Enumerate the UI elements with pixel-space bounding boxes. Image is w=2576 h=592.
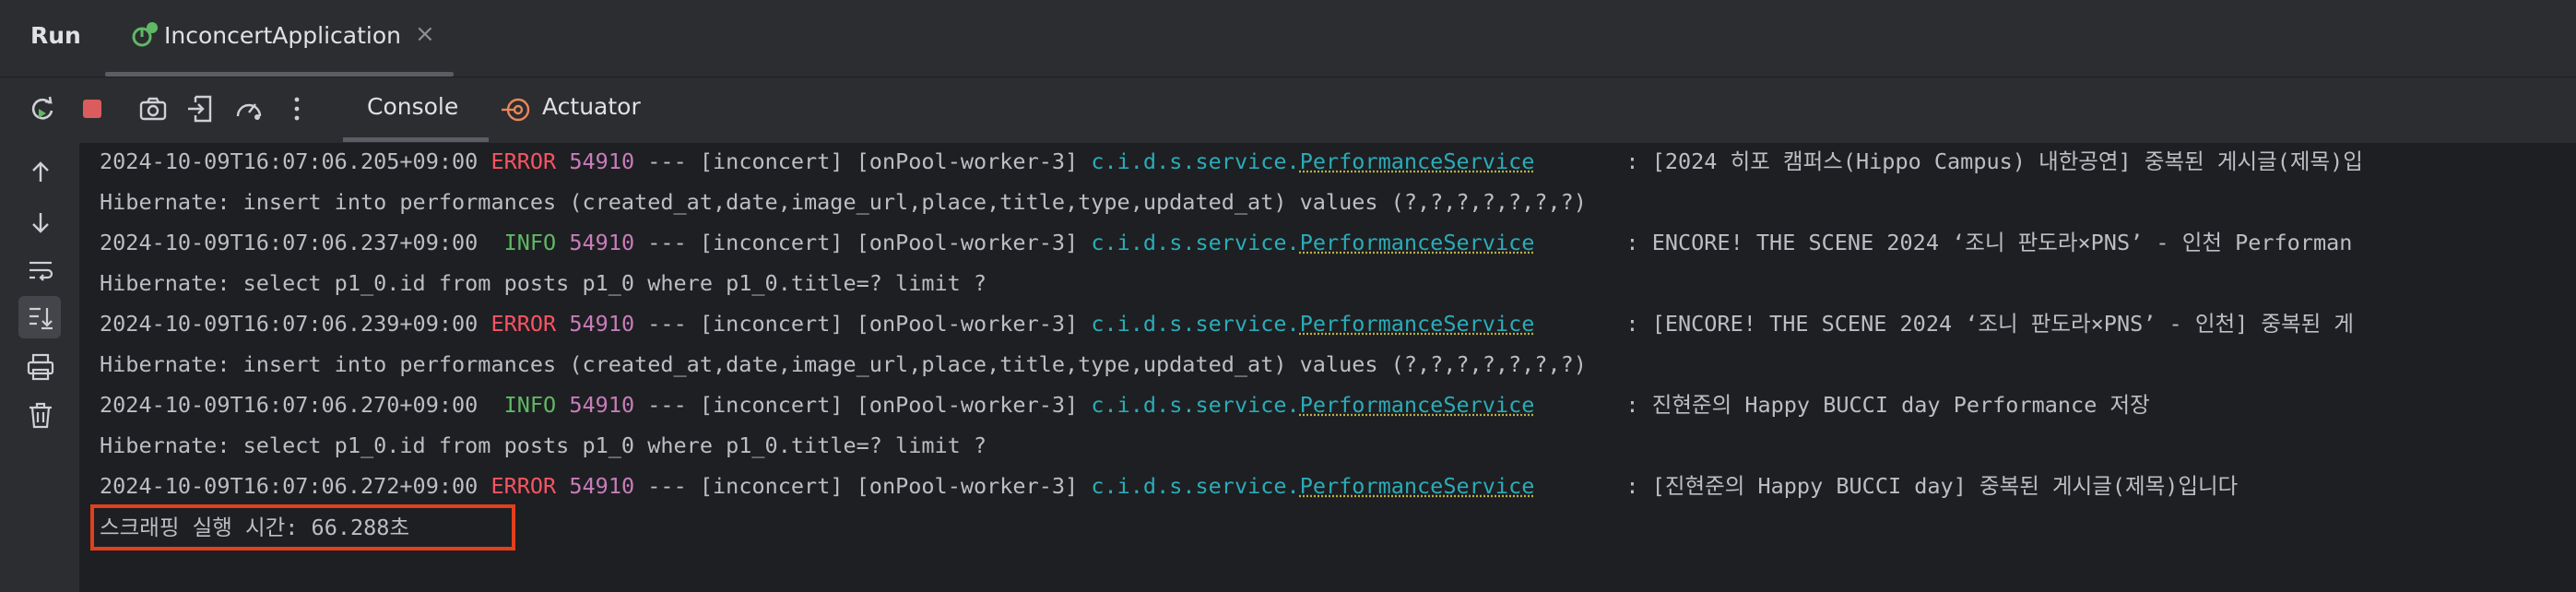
log-logger-class-link[interactable]: PerformanceService: [1300, 148, 1535, 174]
tab-underline: [343, 137, 489, 142]
log-timestamp: 2024-10-09T16:07:06.237+09:00: [100, 230, 479, 255]
tab-actuator-label: Actuator: [542, 93, 641, 120]
log-line: 2024-10-09T16:07:06.239+09:00 ERROR 5491…: [100, 305, 2354, 342]
console-text-line: 스크래핑 실행 시간: 66.288초: [100, 509, 409, 546]
log-pid: 54910: [569, 230, 635, 255]
console-text: Hibernate: insert into performances (cre…: [100, 351, 1587, 377]
log-separator: ---: [634, 230, 700, 255]
tab-inconcert-application[interactable]: InconcertApplication ×: [105, 0, 454, 77]
log-line: 2024-10-09T16:07:06.272+09:00 ERROR 5491…: [100, 468, 2238, 504]
actuator-icon: [502, 98, 530, 122]
log-logger-class-link[interactable]: PerformanceService: [1300, 230, 1535, 255]
dashboard-icon[interactable]: [232, 92, 266, 125]
log-logger-package: c.i.d.s.service.: [1091, 392, 1300, 418]
log-separator: ---: [634, 311, 700, 337]
log-thread: [inconcert] [onPool-worker-3]: [699, 148, 1092, 174]
rerun-icon[interactable]: [26, 92, 59, 125]
tab-label: InconcertApplication: [164, 22, 401, 49]
log-separator: ---: [634, 473, 700, 499]
console-text-line: Hibernate: insert into performances (cre…: [100, 346, 1587, 383]
scroll-to-end-icon[interactable]: [24, 301, 57, 334]
console-output[interactable]: 2024-10-09T16:07:06.205+09:00 ERROR 5491…: [79, 143, 2576, 592]
log-thread: [inconcert] [onPool-worker-3]: [699, 230, 1092, 255]
log-message: : [ENCORE! THE SCENE 2024 ‘조니 판도라×PNS’ -…: [1534, 311, 2355, 337]
log-line: 2024-10-09T16:07:06.270+09:00 INFO 54910…: [100, 386, 2150, 423]
log-thread: [inconcert] [onPool-worker-3]: [699, 473, 1092, 499]
log-line: 2024-10-09T16:07:06.237+09:00 INFO 54910…: [100, 224, 2352, 261]
console-side-toolbar: [0, 143, 79, 592]
arrow-down-icon[interactable]: [24, 206, 57, 239]
print-icon[interactable]: [24, 350, 57, 384]
tab-console[interactable]: Console: [343, 77, 489, 142]
log-message: : [진현준의 Happy BUCCI day] 중복된 게시글(제목)입니다: [1534, 473, 2239, 499]
arrow-up-icon[interactable]: [24, 156, 57, 189]
tab-actuator[interactable]: Actuator: [498, 77, 664, 142]
log-separator: ---: [634, 148, 700, 174]
spring-boot-icon: [132, 22, 158, 47]
log-pid: 54910: [569, 392, 635, 418]
log-logger-class-link[interactable]: PerformanceService: [1300, 311, 1535, 337]
console-text: Hibernate: insert into performances (cre…: [100, 189, 1587, 215]
log-level: ERROR: [490, 148, 557, 174]
log-level: ERROR: [490, 311, 557, 337]
log-message: : ENCORE! THE SCENE 2024 ‘조니 판도라×PNS’ - …: [1534, 230, 2353, 255]
log-pid: 54910: [569, 311, 635, 337]
soft-wrap-icon[interactable]: [24, 254, 57, 287]
log-level: INFO: [490, 392, 557, 418]
run-tool-window-header: Run InconcertApplication ×: [0, 0, 2576, 77]
camera-icon[interactable]: [136, 92, 170, 125]
log-level: ERROR: [490, 473, 557, 499]
log-logger-package: c.i.d.s.service.: [1091, 148, 1300, 174]
more-icon[interactable]: [280, 92, 313, 125]
log-logger-package: c.i.d.s.service.: [1091, 230, 1300, 255]
tab-console-label: Console: [367, 93, 459, 120]
log-pid: 54910: [569, 473, 635, 499]
console-text-line: Hibernate: select p1_0.id from posts p1_…: [100, 427, 987, 464]
run-title: Run: [30, 22, 81, 49]
log-logger-class-link[interactable]: PerformanceService: [1300, 473, 1535, 499]
log-message: : [2024 히포 캠퍼스(Hippo Campus) 내한공연] 중복된 게…: [1534, 148, 2363, 174]
tab-underline: [105, 72, 454, 77]
log-thread: [inconcert] [onPool-worker-3]: [699, 392, 1092, 418]
run-toolbar: Console Actuator: [0, 77, 2576, 142]
log-message: : 진현준의 Happy BUCCI day Performance 저장: [1534, 392, 2150, 418]
console-text-line: Hibernate: select p1_0.id from posts p1_…: [100, 265, 987, 302]
log-separator: ---: [634, 392, 700, 418]
exit-icon[interactable]: [184, 92, 218, 125]
log-timestamp: 2024-10-09T16:07:06.270+09:00: [100, 392, 479, 418]
log-timestamp: 2024-10-09T16:07:06.239+09:00: [100, 311, 479, 337]
log-logger-package: c.i.d.s.service.: [1091, 311, 1300, 337]
trash-icon[interactable]: [24, 398, 57, 432]
log-level: INFO: [490, 230, 557, 255]
console-text: 스크래핑 실행 시간: 66.288초: [100, 515, 410, 540]
console-text: Hibernate: select p1_0.id from posts p1_…: [100, 432, 987, 458]
log-logger-package: c.i.d.s.service.: [1091, 473, 1300, 499]
console-text-line: Hibernate: insert into performances (cre…: [100, 184, 1587, 220]
console-text: Hibernate: select p1_0.id from posts p1_…: [100, 270, 987, 296]
log-timestamp: 2024-10-09T16:07:06.272+09:00: [100, 473, 479, 499]
close-icon[interactable]: ×: [415, 20, 435, 48]
log-thread: [inconcert] [onPool-worker-3]: [699, 311, 1092, 337]
log-pid: 54910: [569, 148, 635, 174]
log-timestamp: 2024-10-09T16:07:06.205+09:00: [100, 148, 479, 174]
log-logger-class-link[interactable]: PerformanceService: [1300, 392, 1535, 418]
stop-icon[interactable]: [76, 92, 109, 125]
log-line: 2024-10-09T16:07:06.205+09:00 ERROR 5491…: [100, 143, 2363, 180]
